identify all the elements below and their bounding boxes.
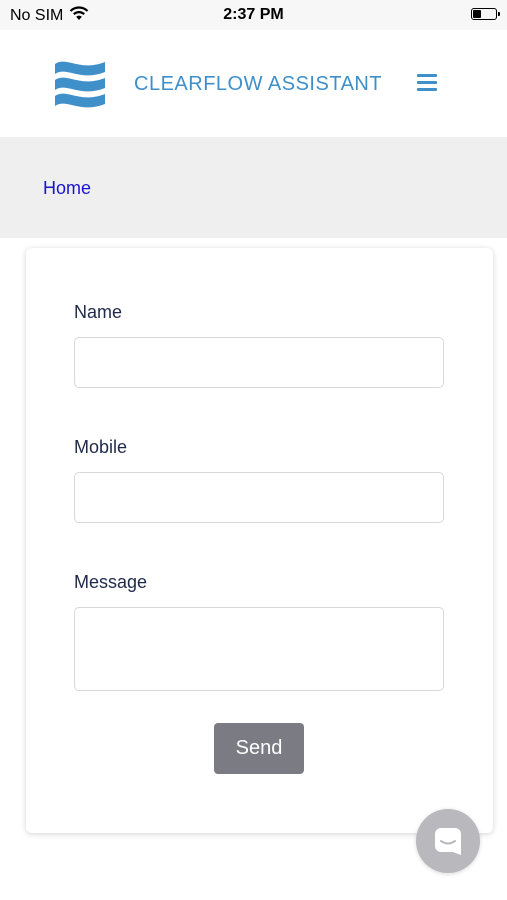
hamburger-menu-icon[interactable] (417, 74, 437, 92)
name-label: Name (74, 302, 123, 322)
status-bar: No SIM 2:37 PM (0, 0, 507, 30)
battery-level (473, 10, 481, 18)
brand-name[interactable]: CLEARFLOW ASSISTANT (134, 73, 382, 96)
chat-launcher-button[interactable] (416, 809, 480, 873)
site-header: CLEARFLOW ASSISTANT (0, 30, 507, 137)
breadcrumb: Home (0, 137, 507, 238)
contact-form-card: Name Mobile Message Send (26, 248, 493, 833)
mobile-input[interactable] (74, 472, 444, 523)
chat-bubble-icon (435, 828, 461, 855)
mobile-label: Mobile (74, 437, 128, 457)
message-label: Message (74, 572, 148, 592)
status-time: 2:37 PM (223, 6, 284, 23)
breadcrumb-home-link[interactable]: Home (43, 178, 91, 199)
battery-icon (471, 8, 500, 20)
name-input[interactable] (74, 337, 444, 388)
send-button[interactable]: Send (214, 723, 304, 774)
message-textarea[interactable] (74, 607, 444, 691)
waves-logo-icon[interactable] (53, 58, 107, 113)
